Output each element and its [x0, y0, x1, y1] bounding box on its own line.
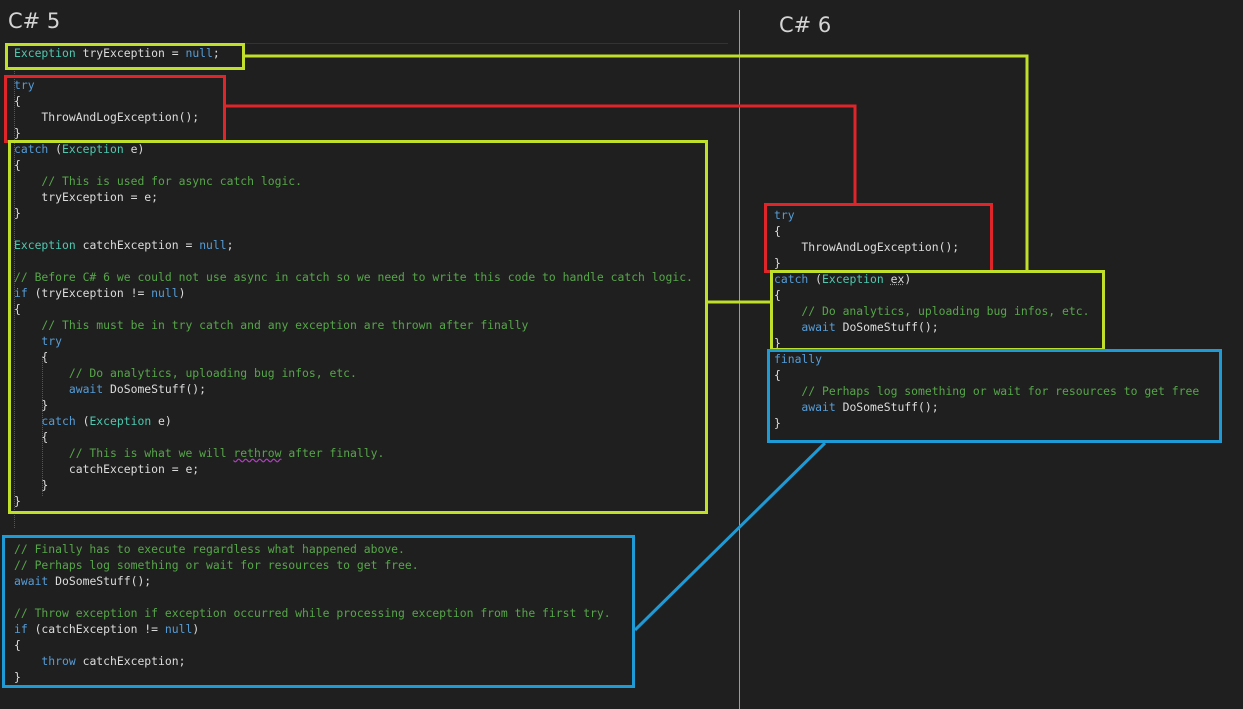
finally-connector	[633, 441, 827, 632]
connector-lines	[226, 54, 1029, 632]
declaration-connector	[245, 54, 1029, 270]
try-connector	[226, 104, 857, 203]
